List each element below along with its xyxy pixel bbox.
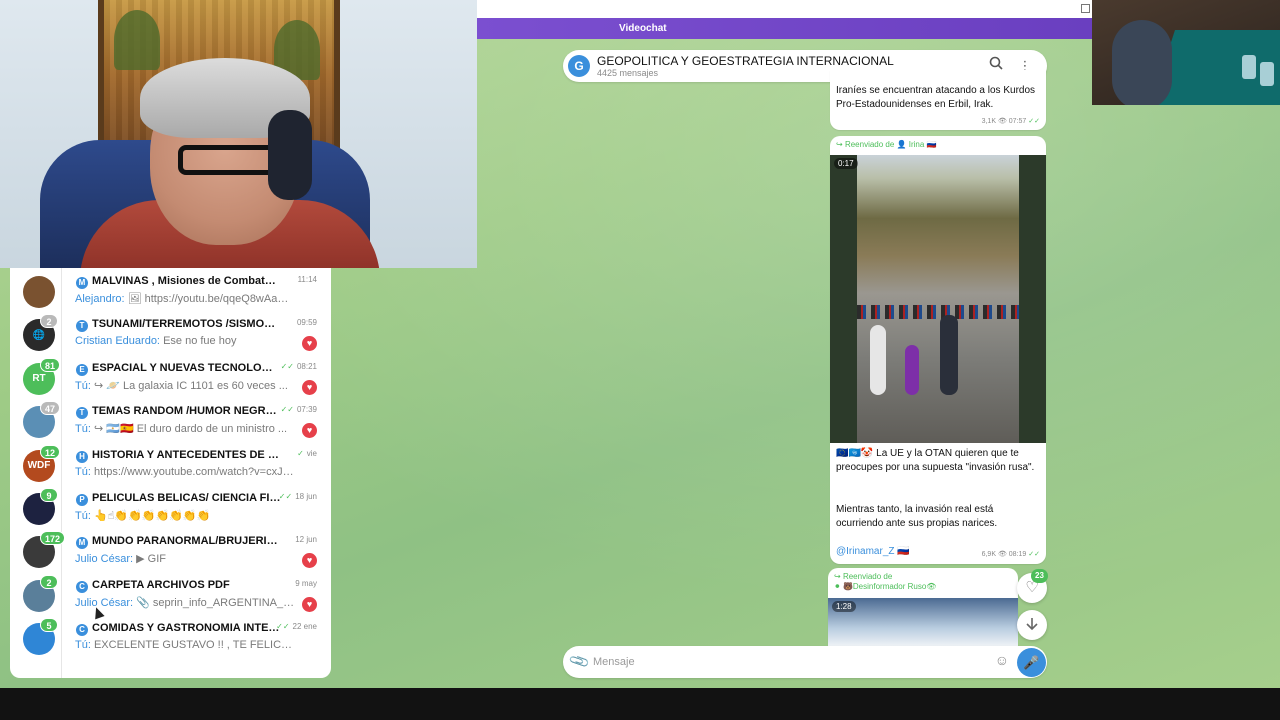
headset	[268, 110, 312, 200]
unread-count-badge: 2	[40, 574, 58, 589]
heart-reaction-icon: ♥	[302, 336, 317, 352]
message-bubble[interactable]: Iraníes se encuentran atacando a los Kur…	[830, 70, 1046, 130]
chat-avatar-column: 🌐 2 RT 81 47 WDF 12 9 172 2 5	[10, 258, 66, 678]
video-thumbnail[interactable]: 1:28	[828, 598, 1018, 648]
chat-time: 12 jun	[295, 535, 317, 545]
read-ticks-icon: ✓	[297, 448, 304, 458]
video-duration: 0:17	[834, 158, 858, 169]
chat-list-item[interactable]: E ESPACIAL Y NUEVAS TECNOLOGIAS ... ✓✓ 08:2…	[62, 357, 331, 400]
channel-icon: T	[76, 407, 88, 420]
channel-icon: M	[76, 277, 88, 289]
channel-icon: M	[76, 537, 88, 550]
taskbar	[0, 688, 1280, 720]
chat-list-item[interactable]: MMALVINAS , Misiones de Combate , Her...…	[62, 270, 331, 313]
maximize-icon[interactable]	[1081, 4, 1090, 13]
chat-preview: Tú: https://www.youtube.com/watch?v=cxJg…	[75, 465, 295, 478]
scroll-down-button[interactable]	[1017, 610, 1047, 640]
chat-time: 9 may	[295, 578, 317, 588]
read-ticks-icon: ✓✓	[280, 405, 294, 415]
read-ticks-icon: ✓✓	[276, 622, 290, 632]
chat-time: 11:14	[297, 275, 317, 284]
unread-count-badge: 2	[40, 314, 58, 329]
heart-reaction-icon: ♥	[302, 553, 317, 569]
chat-name: E ESPACIAL Y NUEVAS TECNOLOGIAS ...	[76, 362, 281, 376]
chat-name: P PELICULAS BELICAS/ CIENCIA FICCI...	[76, 492, 281, 506]
forwarded-from[interactable]: ↪ Reenviado de 👤 Irina 🇷🇺	[830, 136, 1046, 149]
attach-icon[interactable]: 📎	[568, 650, 592, 673]
chat-preview: Alejandro: 🖼 https://youtu.be/qqeQ8wAaYF…	[75, 293, 295, 305]
channel-icon: C	[76, 624, 88, 637]
chat-name: TTSUNAMI/TERREMOTOS /SISMOS/ CLI...	[76, 318, 281, 333]
forwarded-from[interactable]: ⚫ 🐻Desinformador Ruso👁	[828, 581, 1018, 591]
chat-name: C CARPETA ARCHIVOS PDF	[76, 579, 281, 593]
videochat-bar[interactable]: Videochat	[477, 18, 1092, 39]
chat-name: MMALVINAS , Misiones de Combate , Her...	[76, 275, 281, 289]
chat-list-item[interactable]: HHISTORIA Y ANTECEDENTES DE LA GE... ✓vie…	[62, 444, 331, 487]
unread-count-badge: 9	[40, 488, 58, 502]
chat-name: C COMIDAS Y GASTRONOMIA INTER...	[76, 622, 281, 637]
message-meta: 6,9K 👁 08:19 ✓✓	[981, 551, 1040, 558]
chat-preview: Cristian Eduardo: Ese no fue hoy	[75, 335, 237, 348]
chat-time: ✓✓ 07:39	[280, 405, 317, 415]
heart-reaction-icon: ♥	[302, 596, 317, 612]
message-text: Iraníes se encuentran atacando a los Kur…	[836, 85, 1036, 110]
chat-time: ✓✓ 22 ene	[276, 622, 317, 632]
chat-preview: Tú: ↪ 🇦🇷🇪🇸 El duro dardo de un ministro …	[75, 423, 288, 436]
glasses	[178, 145, 282, 175]
unread-reactions-badge: 23	[1031, 569, 1048, 583]
chat-name: HHISTORIA Y ANTECEDENTES DE LA GE...	[76, 449, 281, 463]
message-text: Mientras tanto, la invasión real está oc…	[836, 504, 998, 529]
chat-preview: Tú: 👆☝👏👏👏👏👏👏👏	[75, 510, 211, 522]
chat-preview: Tú: ↪ 🪐 La galaxia IC 1101 es 60 veces .…	[75, 379, 288, 392]
chat-list: 🌐 2 RT 81 47 WDF 12 9 172 2 5 M MALVINAS , Misiones…	[10, 258, 331, 678]
unread-count-badge: 12	[40, 444, 61, 459]
heart-reaction-icon: ♥	[302, 379, 317, 395]
message-composer: 📎 ☺	[563, 646, 1047, 678]
message-author[interactable]: @Irinamar_Z 🇷🇺	[830, 545, 916, 559]
chat-list-item[interactable]: C COMIDAS Y GASTRONOMIA INTER... ✓✓ 22 ene T…	[62, 617, 331, 660]
chat-avatar[interactable]	[23, 276, 55, 308]
read-ticks-icon: ✓✓	[278, 492, 293, 501]
channel-icon: P	[76, 494, 88, 506]
chat-time: ✓✓ 08:21	[280, 361, 317, 371]
message-meta: 3,1K 👁 07:57 ✓✓	[981, 118, 1040, 125]
read-ticks-icon: ✓✓	[280, 361, 294, 371]
chat-preview: Tú: EXCELENTE GUSTAVO !! , TE FELICITO !…	[75, 639, 295, 652]
chat-preview: Julio César: ▶ GIF	[75, 553, 166, 566]
unread-count-badge: 47	[40, 401, 61, 416]
webcam-overlay	[0, 0, 477, 268]
microphone-button[interactable]: 🎤	[1017, 648, 1046, 677]
channel-icon: H	[76, 450, 88, 463]
chat-name: MMUNDO PARANORMAL/BRUJERIA/AST...	[76, 535, 281, 550]
channel-avatar: G	[568, 55, 590, 77]
channel-icon: C	[76, 580, 88, 593]
chat-list-item[interactable]: TTSUNAMI/TERREMOTOS /SISMOS/ CLI... 09:59…	[62, 313, 331, 356]
chat-time: ✓ vie	[297, 448, 317, 458]
chat-time: 09:59	[296, 318, 317, 328]
unread-count-badge: 81	[40, 357, 61, 372]
secondary-webcam	[1092, 0, 1280, 105]
channel-icon: E	[76, 363, 88, 376]
message-bubble[interactable]: ↪ Reenviado de ⚫ 🐻Desinformador Ruso👁 1:…	[828, 568, 1018, 648]
window-top-strip	[477, 0, 1092, 18]
channel-title: GEOPOLITICA Y GEOESTRATEGIA INTERNACIONA…	[597, 54, 894, 68]
unread-count-badge: 5	[40, 618, 58, 633]
chat-list-item[interactable]: P PELICULAS BELICAS/ CIENCIA FICCI... ✓✓ 18…	[62, 487, 331, 530]
message-bubble[interactable]: ↪ Reenviado de 👤 Irina 🇷🇺 0:17 🇪🇺🇺🇳🤡 La …	[830, 136, 1046, 564]
video-duration: 1:28	[832, 601, 856, 612]
channel-icon: T	[76, 320, 88, 333]
chat-preview: Julio César: 📎 seprin_info_ARGENTINA_INV…	[75, 596, 295, 609]
channel-subscribers: 4425 mensajes	[597, 68, 659, 78]
heart-reaction-icon: ♥	[302, 423, 317, 439]
chat-list-item[interactable]: T TEMAS RANDOM /HUMOR NEGRO Y ... ✓✓ 07:39 T…	[62, 400, 331, 443]
chat-list-item[interactable]: MMUNDO PARANORMAL/BRUJERIA/AST... 12 jun J…	[62, 530, 331, 573]
video-thumbnail[interactable]: 0:17	[830, 155, 1046, 443]
emoji-icon[interactable]: ☺	[995, 652, 1009, 668]
chat-time: ✓✓ 18 jun	[278, 492, 317, 501]
forwarded-from-label: ↪ Reenviado de	[834, 572, 893, 581]
message-text: 🇪🇺🇺🇳🤡 La UE y la OTAN quieren que te pre…	[836, 448, 1035, 473]
message-input[interactable]	[593, 654, 983, 670]
chat-name: T TEMAS RANDOM /HUMOR NEGRO Y ...	[76, 405, 281, 420]
videochat-label: Videochat	[619, 23, 667, 34]
